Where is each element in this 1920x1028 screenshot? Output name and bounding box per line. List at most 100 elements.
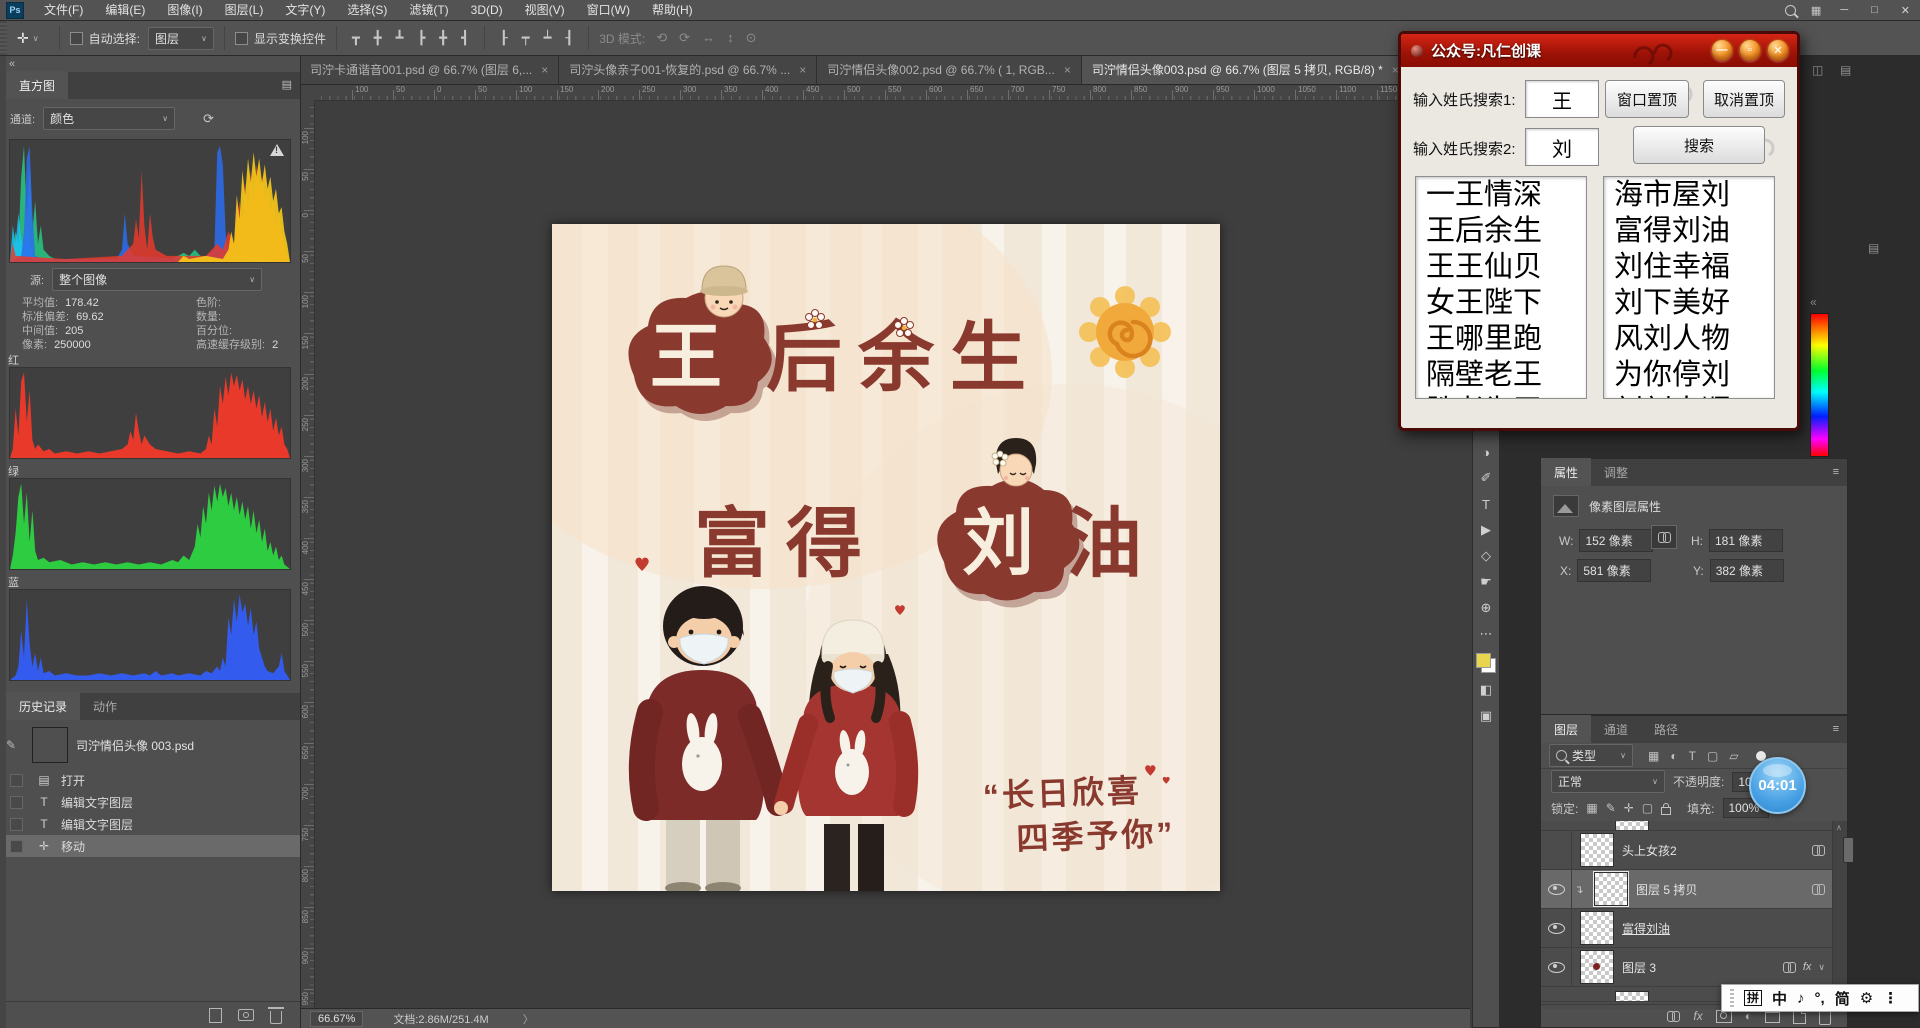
toolbar-icon[interactable]: ┷ [539, 30, 557, 46]
history-brush-source-icon[interactable]: ✎ [6, 738, 24, 752]
name-list-item[interactable]: 隔壁老王 [1416, 357, 1586, 393]
tool-type-button[interactable]: T [1477, 495, 1495, 513]
name-list-item[interactable]: 刘住幸福 [1604, 249, 1774, 285]
menu-item[interactable]: 帮助(H) [641, 0, 704, 20]
ime-simplified-toggle[interactable]: 简 [1835, 988, 1850, 1009]
auto-select-checkbox[interactable] [70, 32, 83, 45]
lock-position-icon[interactable]: ✛ [1624, 801, 1634, 815]
name-list-item[interactable]: 为你停刘 [1604, 357, 1774, 393]
name-list-item[interactable]: 一王情深 [1416, 177, 1586, 213]
name-list-item[interactable]: 海市屋刘 [1604, 177, 1774, 213]
menu-item[interactable]: 编辑(E) [94, 0, 156, 20]
layer-visibility-toggle[interactable] [1541, 948, 1572, 986]
scroll-up-icon[interactable]: ∧ [1836, 823, 1842, 832]
channel-dropdown[interactable]: 颜色∨ [43, 107, 175, 130]
properties-panel-menu-icon[interactable]: ≡ [1833, 466, 1839, 478]
lock-artboard-icon[interactable]: ▢ [1642, 801, 1653, 815]
panel-tab[interactable]: 图层 [1541, 715, 1591, 743]
delete-layer-icon[interactable] [1819, 1012, 1831, 1025]
ime-punctuation-toggle[interactable]: °, [1815, 990, 1825, 1007]
ime-drag-handle[interactable] [1730, 989, 1734, 1007]
expand-color-panel-icon[interactable]: « [1810, 295, 1817, 309]
edit-toolbar-icon[interactable]: ⋯ [1477, 625, 1495, 643]
panel-tab[interactable]: 路径 [1641, 715, 1691, 743]
dialog-close-button[interactable]: ✕ [1767, 39, 1789, 61]
cached-data-warning-icon[interactable] [270, 144, 284, 156]
name-list-item[interactable]: 风刘人物 [1604, 321, 1774, 357]
tool-path-select-button[interactable]: ▶ [1477, 521, 1495, 539]
dialog-minimize-button[interactable]: — [1711, 39, 1733, 61]
layer-thumbnail[interactable] [1580, 833, 1614, 867]
layer-filter-icon[interactable]: ▢ [1707, 749, 1718, 763]
link-layers-icon[interactable] [1667, 1011, 1680, 1022]
menu-item[interactable]: 图像(I) [156, 0, 213, 20]
panel-tab[interactable]: 动作 [80, 692, 130, 720]
ime-tools-icon[interactable]: ⚙ [1860, 989, 1873, 1007]
lock-all-icon[interactable] [1661, 807, 1671, 815]
toolbar-icon[interactable]: ┨ [560, 30, 578, 46]
layer-name[interactable]: 富得刘油 [1622, 920, 1670, 937]
name-results-list-1[interactable]: 一王情深王后余生王王仙贝女王陛下王哪里跑隔壁老王胜者为王 [1415, 176, 1587, 399]
dock-icon-2[interactable]: ▤ [1840, 63, 1851, 77]
show-transform-checkbox[interactable] [235, 32, 248, 45]
layer-visibility-toggle[interactable] [1541, 870, 1572, 908]
toolbar-icon[interactable]: ┫ [456, 30, 474, 46]
layer-visibility-toggle[interactable] [1541, 909, 1572, 947]
layer-style-icon[interactable]: fx [1693, 1009, 1702, 1023]
history-source-checkbox[interactable] [10, 818, 23, 831]
auto-select-target-dropdown[interactable]: 图层∨ [148, 27, 214, 50]
panel-tab[interactable]: 历史记录 [6, 692, 80, 720]
layer-name[interactable]: 图层 3 [1622, 959, 1656, 976]
name-list-item[interactable]: 刘刘大顺 [1604, 393, 1774, 399]
new-snapshot-icon[interactable] [238, 1009, 254, 1021]
window-restore-button[interactable]: □ [1867, 4, 1882, 16]
y-field[interactable]: 382 像素 [1710, 559, 1784, 582]
dock-icon-1[interactable]: ◫ [1812, 63, 1823, 77]
delete-state-icon[interactable] [270, 1011, 282, 1024]
history-item[interactable]: ▤ 打开 [6, 769, 300, 791]
ime-more-icon[interactable]: ⋮ [1883, 989, 1898, 1007]
fx-caret-icon[interactable]: ∨ [1818, 962, 1825, 973]
name-list-item[interactable]: 刘下美好 [1604, 285, 1774, 321]
document-tab[interactable]: 司泞情侣头像002.psd @ 66.7% ( 1, RGB... × [817, 55, 1082, 84]
tab-close-icon[interactable]: × [799, 63, 806, 77]
move-tool-icon[interactable]: ✛ [17, 30, 29, 47]
panel-tab[interactable]: 属性 [1541, 458, 1591, 486]
foreground-color-swatch[interactable] [1476, 653, 1491, 668]
document-tab[interactable]: 司泞卡通谐音001.psd @ 66.7% (图层 6,... × [300, 55, 559, 84]
recording-timer-bubble[interactable]: 04:01 [1749, 757, 1806, 814]
layer-name[interactable]: 头上女孩2 [1622, 842, 1677, 859]
surname-input-2[interactable]: 刘 [1525, 128, 1599, 166]
workspace-icon[interactable]: ▦ [1811, 4, 1821, 17]
status-expand-arrow-icon[interactable]: 〉 [523, 1011, 534, 1027]
quick-mask-icon[interactable]: ◧ [1477, 681, 1495, 699]
menu-item[interactable]: 文字(Y) [274, 0, 336, 20]
menu-item[interactable]: 窗口(W) [576, 0, 641, 20]
layer-row[interactable]: ↴ 图层 3 fx ∨ [1541, 948, 1833, 987]
layer-filter-icon[interactable]: ◐ [1670, 749, 1677, 763]
history-source-checkbox[interactable] [10, 796, 23, 809]
toolbar-icon[interactable]: ╋ [369, 30, 387, 46]
surname-input-1[interactable]: 王 [1525, 80, 1599, 118]
pin-window-button[interactable]: 窗口置顶 [1605, 80, 1689, 118]
layer-thumbnail[interactable] [1594, 872, 1628, 906]
lock-pixels-icon[interactable]: ✎ [1606, 801, 1616, 815]
zoom-level-field[interactable]: 66.67% [310, 1011, 363, 1027]
tab-histogram[interactable]: 直方图 [6, 71, 68, 99]
menu-item[interactable]: 选择(S) [336, 0, 398, 20]
window-close-button[interactable]: ✕ [1897, 4, 1914, 17]
document-tab[interactable]: 司泞头像亲子001-恢复的.psd @ 66.7% ... × [559, 55, 817, 84]
window-minimize-button[interactable]: ─ [1836, 4, 1852, 16]
layer-filter-dropdown[interactable]: 类型∨ [1549, 744, 1633, 767]
blend-mode-dropdown[interactable]: 正常∨ [1551, 770, 1665, 793]
dialog-restore-button[interactable]: ▫ [1739, 39, 1761, 61]
name-list-item[interactable]: 胜者为王 [1416, 393, 1586, 399]
layer-row[interactable]: ↴ 图层 5 拷贝 fx ∨ [1541, 870, 1833, 909]
layer-filter-icon[interactable]: T [1689, 749, 1696, 763]
layer-thumbnail[interactable] [1580, 950, 1614, 984]
tool-dodge-button[interactable]: ◑ [1477, 443, 1495, 461]
layer-thumbnail[interactable] [1580, 911, 1614, 945]
history-source-checkbox[interactable] [10, 840, 23, 853]
layer-row[interactable]: ↴ 富得刘油 fx ∨ [1541, 909, 1833, 948]
name-list-item[interactable]: 王后余生 [1416, 213, 1586, 249]
